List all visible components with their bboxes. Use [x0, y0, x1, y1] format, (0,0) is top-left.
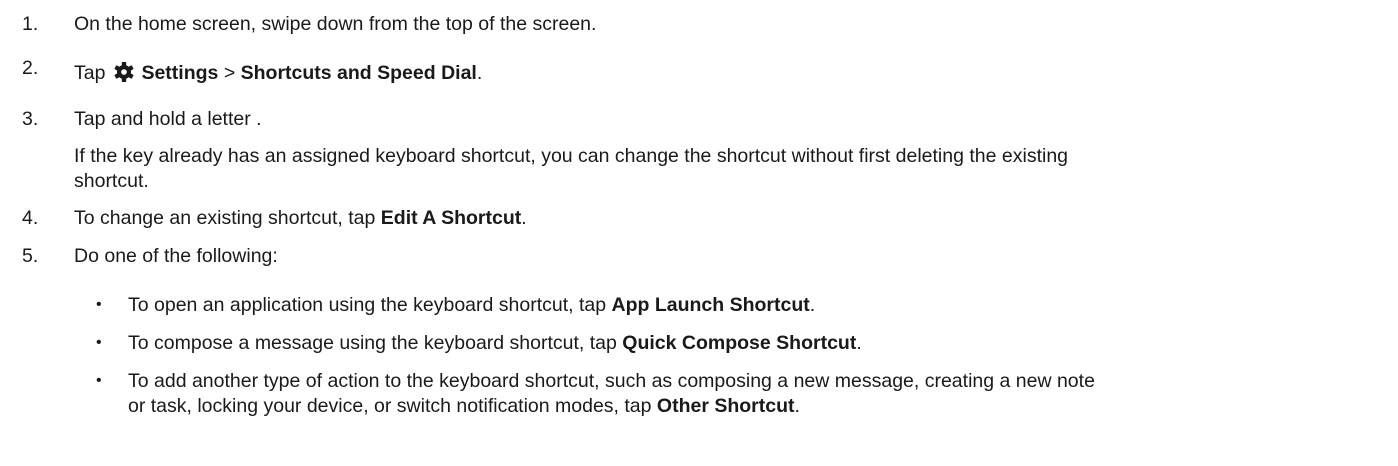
step-text: Do one of the following: — [74, 245, 278, 267]
path-separator: > — [223, 62, 236, 84]
bullet-marker: • — [96, 334, 102, 351]
step-note: If the key already has an assigned keybo… — [74, 145, 1069, 167]
step-text: On the home screen, swipe down from the … — [74, 13, 597, 35]
step-number: 2. — [22, 57, 39, 79]
step-prefix: Tap — [74, 62, 106, 84]
settings-label: Settings — [141, 62, 219, 84]
step-number: 1. — [22, 13, 39, 35]
step-text: Tap and hold a letter . — [74, 108, 262, 130]
option-text: To compose a message using the keyboard … — [128, 332, 862, 354]
bullet-marker: • — [96, 296, 102, 313]
step-number: 4. — [22, 207, 39, 229]
other-shortcut-label: Other Shortcut — [656, 395, 795, 417]
gear-icon — [111, 61, 137, 83]
step-text: To change an existing shortcut, tap Edit… — [74, 207, 527, 229]
option-text: To open an application using the keyboar… — [128, 294, 816, 316]
app-launch-shortcut-label: App Launch Shortcut — [611, 294, 810, 316]
option-text: or task, locking your device, or switch … — [128, 395, 800, 417]
edit-shortcut-label: Edit A Shortcut — [380, 207, 522, 229]
bullet-marker: • — [96, 372, 102, 389]
quick-compose-shortcut-label: Quick Compose Shortcut — [622, 332, 857, 354]
step-number: 5. — [22, 245, 39, 267]
instructions-document: 1. On the home screen, swipe down from t… — [0, 0, 1398, 466]
option-text: To add another type of action to the key… — [128, 370, 1095, 392]
step-note: shortcut. — [74, 170, 149, 192]
step-text: Tap Settings > Shortcuts and Speed Dial. — [74, 61, 483, 84]
shortcuts-label: Shortcuts and Speed Dial — [240, 62, 477, 84]
step-number: 3. — [22, 108, 39, 130]
